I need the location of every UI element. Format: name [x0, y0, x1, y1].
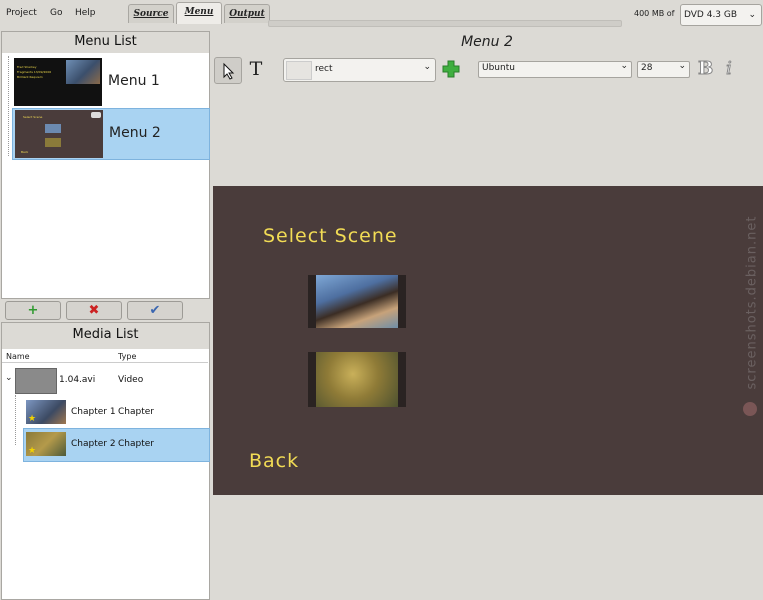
- plus-icon: [442, 60, 460, 78]
- menu-list-title: Menu List: [2, 32, 209, 53]
- media-list-title: Media List: [2, 323, 209, 349]
- tab-output[interactable]: Output: [224, 4, 270, 23]
- menu-item-label: Menu 1: [108, 73, 160, 89]
- font-select[interactable]: Ubuntu ⌄: [478, 61, 632, 78]
- pointer-icon: [223, 62, 235, 80]
- shape-select[interactable]: rect ⌄: [283, 58, 436, 82]
- media-row-name[interactable]: Chapter 1: [71, 407, 116, 417]
- menu-thumbnail: Select Scene Back: [15, 110, 103, 158]
- thumb-text: Back: [21, 150, 29, 154]
- thumb-image: [45, 138, 61, 147]
- scene-image: [316, 352, 398, 407]
- chevron-down-icon: ⌄: [423, 62, 431, 72]
- scene-thumbnail-2[interactable]: [308, 352, 406, 407]
- font-size-select[interactable]: 28 ⌄: [637, 61, 690, 78]
- chevron-down-icon: ⌄: [678, 61, 686, 71]
- watermark: screenshots.debian.net: [744, 190, 760, 390]
- media-row-type: Chapter: [118, 407, 154, 417]
- disc-usage-bar: [268, 20, 622, 27]
- menu-canvas[interactable]: Select Scene Back: [213, 186, 763, 495]
- thumb-text: Fred Sharkey Fragments 13/09/2006 Brilli…: [17, 65, 52, 79]
- menu-list-item-1[interactable]: Fred Sharkey Fragments 13/09/2006 Brilli…: [12, 57, 208, 107]
- menu-item-label: Menu 2: [109, 125, 161, 141]
- editor-title: Menu 2: [461, 34, 513, 50]
- shape-swatch: [286, 61, 312, 80]
- add-shape-button[interactable]: [441, 59, 461, 79]
- select-tool-button[interactable]: [214, 57, 242, 84]
- scene-thumbnail-1[interactable]: [308, 275, 406, 328]
- menu-project[interactable]: Project: [6, 8, 37, 18]
- media-row-name[interactable]: Chapter 2: [71, 439, 116, 449]
- shape-value: rect: [315, 64, 333, 74]
- menu-list-item-2[interactable]: Select Scene Back Menu 2: [12, 108, 210, 160]
- scene-image: [316, 275, 398, 328]
- tab-source[interactable]: Source: [128, 4, 174, 23]
- tab-menu[interactable]: Menu: [176, 2, 222, 24]
- remove-menu-button[interactable]: ✖: [66, 301, 122, 320]
- star-icon: ★: [28, 446, 37, 456]
- text-tool-button[interactable]: T: [243, 57, 269, 82]
- thumb-image: [66, 60, 100, 84]
- media-row-type: Video: [118, 375, 144, 385]
- watermark-text: screenshots.debian.net: [744, 215, 760, 390]
- expander-icon[interactable]: ⌄: [5, 373, 13, 383]
- tree-line: [15, 395, 17, 445]
- media-row-type: Chapter: [118, 439, 154, 449]
- dvd-size-value: DVD 4.3 GB: [684, 10, 738, 20]
- menu-go[interactable]: Go: [50, 8, 62, 18]
- thumb-text: Select Scene: [23, 115, 43, 119]
- add-menu-button[interactable]: +: [5, 301, 61, 320]
- badge-icon: [91, 112, 101, 118]
- camera-icon: [743, 402, 757, 416]
- chevron-down-icon: ⌄: [620, 61, 628, 71]
- dvd-size-select[interactable]: DVD 4.3 GB ⌄: [680, 4, 762, 26]
- size-label: 400 MB of: [634, 9, 675, 18]
- thumb-image: [45, 124, 61, 133]
- font-size-value: 28: [641, 63, 653, 73]
- menu-thumbnail: Fred Sharkey Fragments 13/09/2006 Brilli…: [14, 58, 102, 106]
- font-value: Ubuntu: [482, 63, 515, 73]
- apply-button[interactable]: ✔: [127, 301, 183, 320]
- column-header-type[interactable]: Type: [118, 352, 136, 361]
- star-icon: ★: [28, 414, 37, 424]
- canvas-heading[interactable]: Select Scene: [263, 225, 398, 247]
- menu-help[interactable]: Help: [75, 8, 96, 18]
- italic-button[interactable]: i: [726, 58, 733, 80]
- bold-button[interactable]: B: [697, 58, 713, 80]
- media-row-name[interactable]: 1.04.avi: [59, 375, 95, 385]
- back-button[interactable]: Back: [249, 450, 299, 472]
- chevron-down-icon: ⌄: [748, 10, 756, 20]
- column-header-name[interactable]: Name: [6, 352, 30, 361]
- video-thumbnail: [15, 368, 57, 394]
- tree-line: [8, 56, 10, 156]
- divider: [2, 362, 208, 363]
